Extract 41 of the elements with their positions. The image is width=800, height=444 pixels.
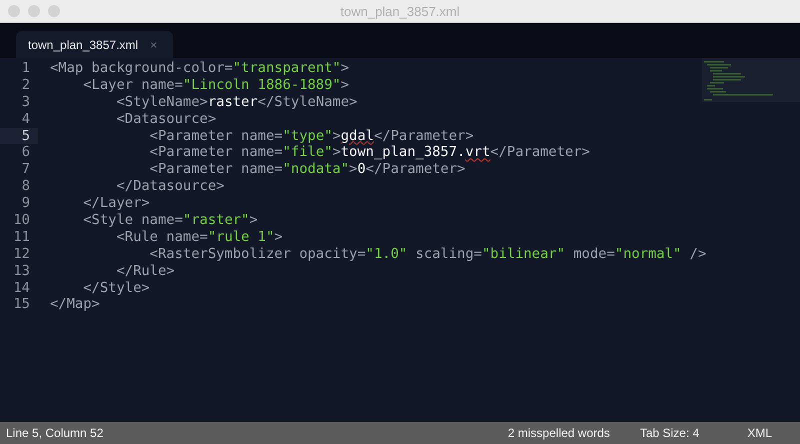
- syntax-selector[interactable]: XML: [747, 426, 772, 440]
- code-line: <Map background-color="transparent">: [50, 60, 350, 76]
- code-line: </Rule>: [115, 262, 175, 279]
- code-line: <Layer name="Lincoln 1886-1889">: [82, 76, 350, 93]
- code-line: <Rule name="rule 1">: [115, 228, 283, 245]
- line-number: 9: [20, 195, 31, 212]
- line-number: 1: [20, 60, 31, 77]
- code-line: <Parameter name="type">gdal</Parameter>: [148, 128, 474, 144]
- line-number: 11: [12, 228, 31, 246]
- line-number: 2: [20, 76, 31, 94]
- close-window-button[interactable]: [8, 5, 20, 17]
- code-line: </Datasource>: [115, 178, 224, 194]
- line-number: 10: [12, 212, 31, 229]
- code-line: </Style>: [82, 280, 150, 296]
- code-line: <Datasource>: [115, 110, 216, 127]
- line-number: 6: [20, 144, 31, 162]
- code-line: </Layer>: [82, 195, 150, 212]
- cursor-position: Line 5, Column 52: [6, 426, 104, 440]
- line-number: 12: [12, 246, 31, 263]
- line-number: 5: [0, 128, 38, 144]
- zoom-window-button[interactable]: [48, 5, 60, 17]
- line-number: 7: [20, 161, 31, 178]
- line-number: 3: [20, 94, 31, 111]
- line-number: 8: [20, 178, 31, 196]
- code-line: <RasterSymbolizer opacity="1.0" scaling="bilinear" mode="normal" />: [148, 246, 706, 262]
- code-line: <Parameter name="nodata">0</Parameter>: [148, 161, 466, 178]
- line-number: 13: [12, 262, 31, 280]
- tab-close-button[interactable]: ×: [150, 38, 158, 52]
- minimize-window-button[interactable]: [28, 5, 40, 17]
- code-line: <Style name="raster">: [82, 212, 258, 228]
- tab-size-selector[interactable]: Tab Size: 4: [640, 426, 700, 440]
- file-tab[interactable]: town_plan_3857.xml ×: [16, 31, 174, 58]
- line-number: 15: [12, 296, 31, 314]
- minimap-drawing[interactable]: [702, 58, 800, 102]
- line-number: 14: [12, 280, 31, 296]
- spelling-status: 2 misspelled words: [508, 426, 610, 440]
- window-title: town_plan_3857.xml: [340, 4, 460, 18]
- line-number: 4: [20, 110, 31, 128]
- code-line: <Parameter name="file">town_plan_3857.vrt</Parameter>: [148, 144, 590, 160]
- code-line: <StyleName>raster</StyleName>: [115, 94, 358, 110]
- code-line: </Map>: [50, 296, 100, 312]
